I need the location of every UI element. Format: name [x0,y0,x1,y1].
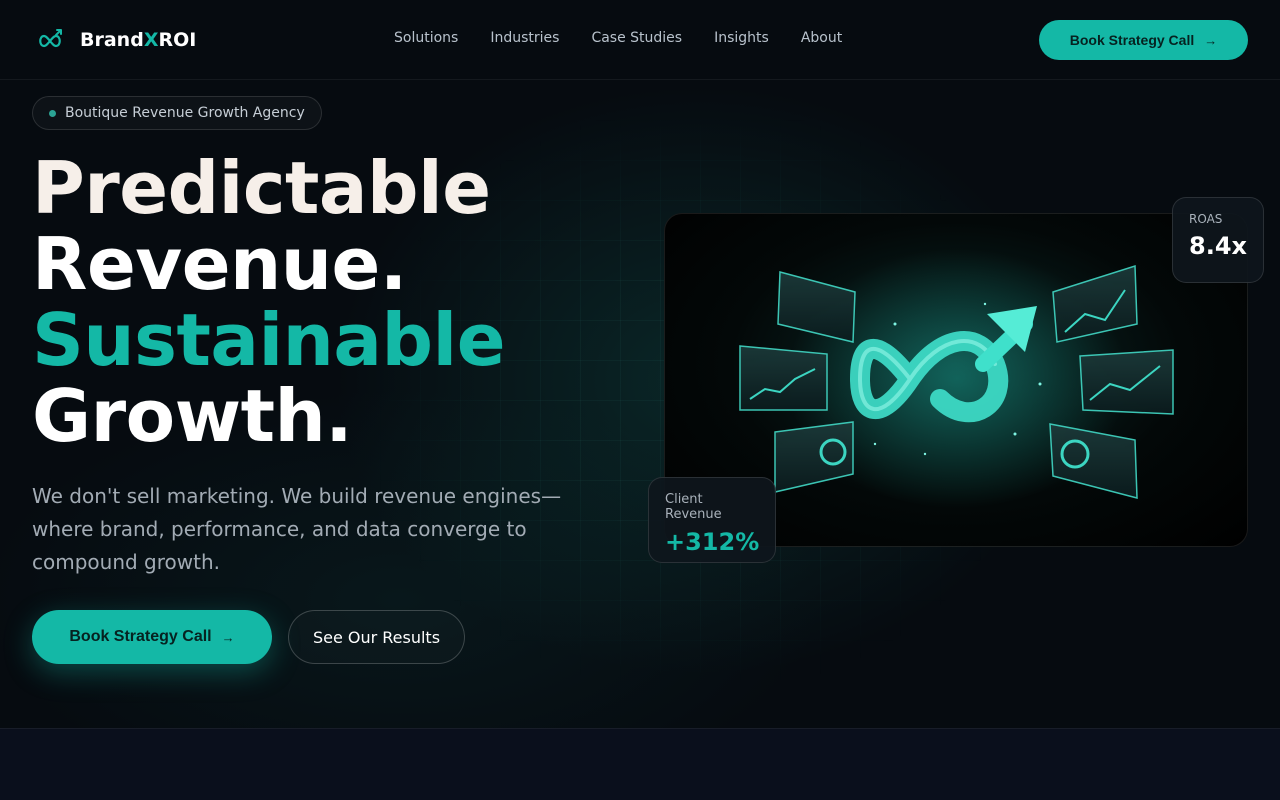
brand-name: BrandXROI [80,29,197,51]
client-revenue-label: Client Revenue [665,492,722,522]
infinity-arrow-logo-icon [39,29,62,48]
status-dot-icon [49,109,56,117]
nav-item-case-studies[interactable]: Case Studies [591,30,682,46]
hero-cta-label: Book Strategy Call [69,628,212,645]
header-book-strategy-call-button[interactable]: Book Strategy Call → [1039,20,1248,60]
client-revenue-value: +312% [665,528,760,556]
next-section [0,728,1280,800]
arrow-right-icon: → [1204,32,1218,48]
headline-line-3: Sustainable [32,298,506,382]
nav-item-solutions[interactable]: Solutions [394,30,458,46]
see-results-label: See Our Results [312,627,441,647]
header-cta-label: Book Strategy Call [1069,32,1195,48]
hero-headline: Predictable Revenue. Sustainable Growth. [32,146,506,458]
roas-label: ROAS [1189,212,1223,226]
roas-stat-card: ROAS 8.4x [1172,197,1264,283]
headline-line-4: Growth. [32,374,353,458]
badge-label: Boutique Revenue Growth Agency [65,105,305,121]
see-our-results-button[interactable]: See Our Results [288,610,465,664]
site-header: BrandXROI Solutions Industries Case Stud… [0,0,1280,80]
nav-item-about[interactable]: About [801,30,842,46]
brand-logo[interactable]: BrandXROI [36,26,196,54]
arrow-right-icon: → [221,629,235,645]
main-nav: Solutions Industries Case Studies Insigh… [394,30,842,46]
nav-item-industries[interactable]: Industries [490,30,559,46]
nav-item-insights[interactable]: Insights [714,30,769,46]
hero-book-strategy-call-button[interactable]: Book Strategy Call → [32,610,272,664]
hero-subtext: We don't sell marketing. We build revenu… [32,484,562,574]
agency-badge: Boutique Revenue Growth Agency [32,96,322,130]
roas-value: 8.4x [1189,232,1247,260]
headline-line-1: Predictable [32,146,491,230]
client-revenue-stat-card: Client Revenue +312% [648,477,776,563]
headline-line-2: Revenue. [32,222,407,306]
